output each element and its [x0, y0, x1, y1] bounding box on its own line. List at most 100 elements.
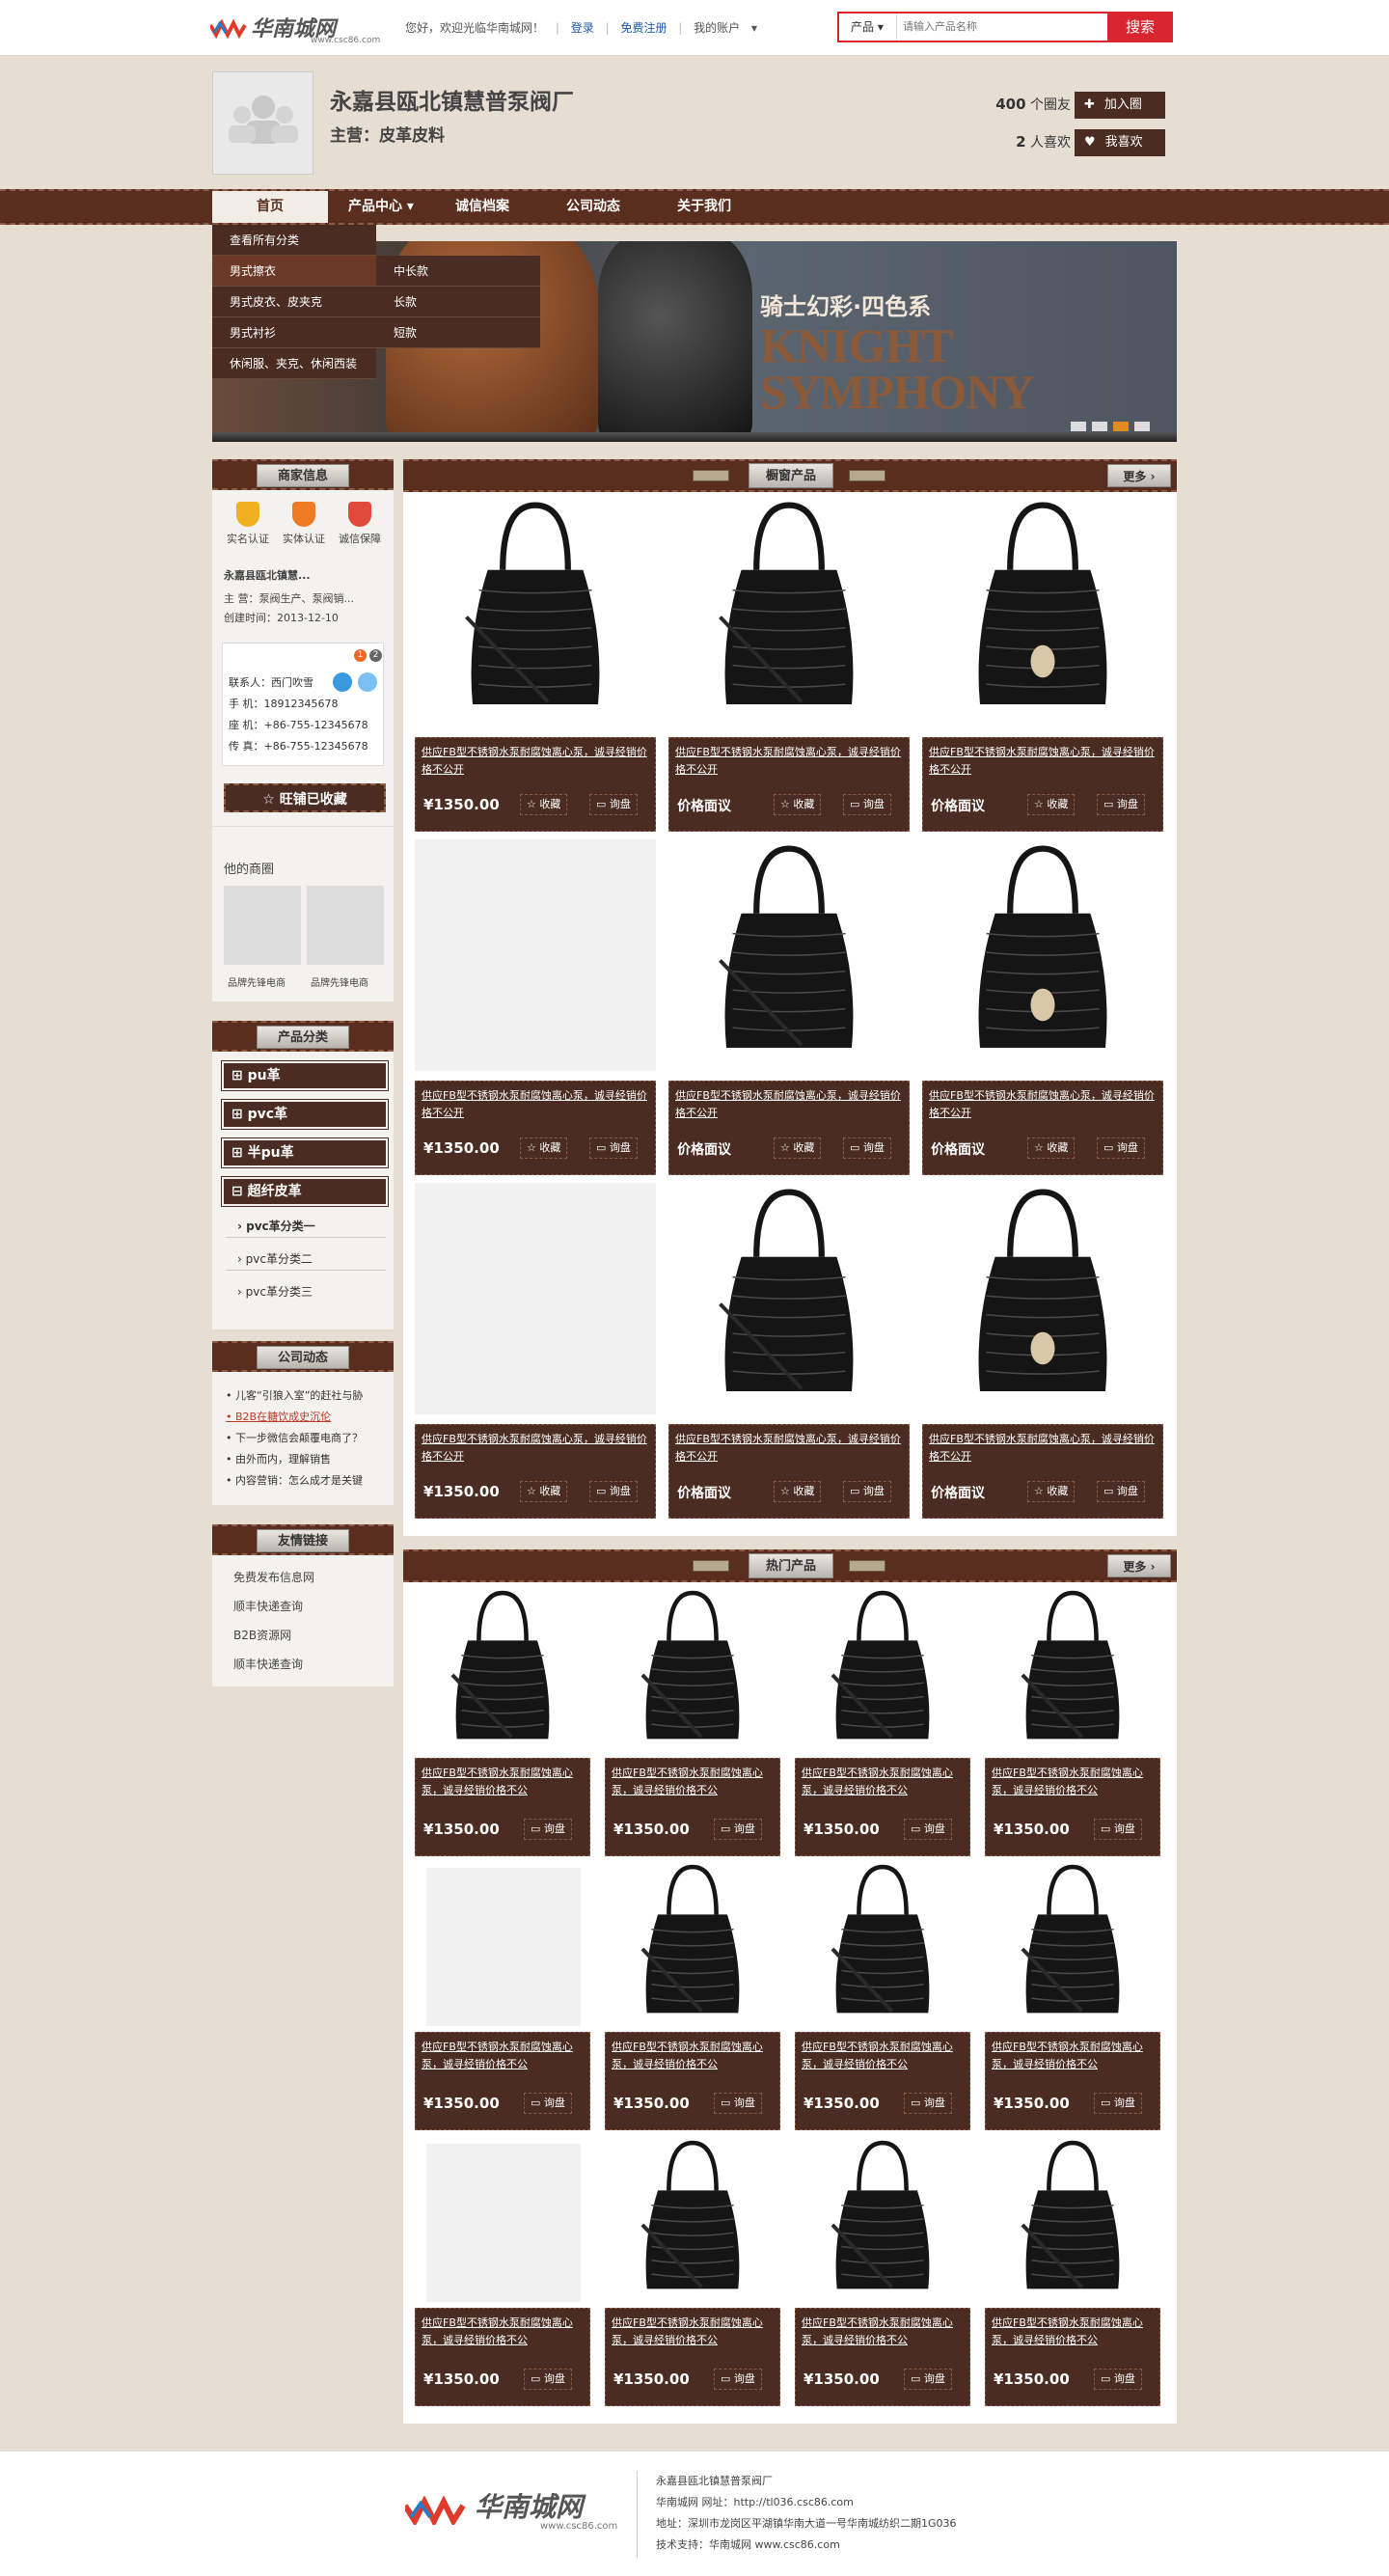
inquiry-button[interactable]: ▭ 询盘: [1097, 1481, 1145, 1502]
banner-dot-active[interactable]: [1113, 422, 1129, 431]
wangwang-icon[interactable]: [358, 672, 377, 692]
product-image[interactable]: [922, 496, 1163, 727]
inquiry-button[interactable]: ▭ 询盘: [714, 2369, 762, 2390]
product-image[interactable]: [922, 839, 1163, 1071]
search-category-select[interactable]: 产品 ▾: [839, 14, 897, 41]
banner-dot[interactable]: [1092, 422, 1107, 431]
product-image[interactable]: [985, 2136, 1160, 2306]
search-input[interactable]: [903, 14, 1096, 41]
dropdown-item[interactable]: 男式衬衫: [212, 317, 376, 348]
favorite-button[interactable]: ☆ 收藏: [520, 794, 568, 815]
product-image-placeholder[interactable]: [415, 839, 656, 1071]
favorite-button[interactable]: ☆ 收藏: [520, 1481, 568, 1502]
inquiry-button[interactable]: ▭ 询盘: [843, 1137, 891, 1159]
favorite-button[interactable]: ☆ 收藏: [520, 1137, 568, 1159]
dropdown-item[interactable]: 男式皮衣、皮夹克: [212, 287, 376, 317]
notice-badge[interactable]: 2: [369, 649, 382, 662]
product-title[interactable]: 供应FB型不锈钢水泵耐腐蚀离心泵，诚寻经销价格不公: [992, 1765, 1154, 1799]
category-item[interactable]: ⊞ 半pu革: [221, 1137, 389, 1168]
hot-product-card[interactable]: 供应FB型不锈钢水泵耐腐蚀离心泵，诚寻经销价格不公 ¥1350.00 ▭ 询盘: [795, 2136, 970, 2410]
product-image[interactable]: [985, 1586, 1160, 1756]
product-image[interactable]: [795, 2136, 970, 2306]
showcase-product-card[interactable]: 供应FB型不锈钢水泵耐腐蚀离心泵，诚寻经销价格不公开 价格面议 ☆ 收藏 ▭ 询盘: [668, 1183, 910, 1522]
subdropdown-item[interactable]: 长款: [376, 287, 540, 317]
subdropdown-item[interactable]: 中长款: [376, 256, 540, 287]
product-title[interactable]: 供应FB型不锈钢水泵耐腐蚀离心泵，诚寻经销价格不公开: [675, 1431, 903, 1466]
category-item[interactable]: ⊞ pu革: [221, 1060, 389, 1091]
product-image[interactable]: [668, 1183, 910, 1414]
subcategory-item[interactable]: › pvc革分类三: [237, 1283, 313, 1300]
inquiry-button[interactable]: ▭ 询盘: [1094, 2093, 1142, 2114]
subcategory-item[interactable]: › pvc革分类一: [237, 1218, 315, 1234]
showcase-product-card[interactable]: 供应FB型不锈钢水泵耐腐蚀离心泵，诚寻经销价格不公开 ¥1350.00 ☆ 收藏 ▭ …: [415, 1183, 656, 1522]
hot-product-card[interactable]: 供应FB型不锈钢水泵耐腐蚀离心泵，诚寻经销价格不公 ¥1350.00 ▭ 询盘: [985, 1586, 1160, 1860]
subcategory-item[interactable]: › pvc革分类二: [237, 1250, 313, 1267]
favorite-button[interactable]: ☆ 收藏: [774, 1137, 822, 1159]
product-image[interactable]: [985, 1860, 1160, 2030]
dropdown-item[interactable]: 查看所有分类: [212, 225, 376, 256]
product-image[interactable]: [605, 1860, 780, 2030]
hot-product-card[interactable]: 供应FB型不锈钢水泵耐腐蚀离心泵，诚寻经销价格不公 ¥1350.00 ▭ 询盘: [795, 1586, 970, 1860]
product-title[interactable]: 供应FB型不锈钢水泵耐腐蚀离心泵，诚寻经销价格不公开: [422, 1431, 649, 1466]
inquiry-button[interactable]: ▭ 询盘: [904, 2369, 952, 2390]
inquiry-button[interactable]: ▭ 询盘: [524, 1819, 572, 1840]
inquiry-button[interactable]: ▭ 询盘: [1094, 1819, 1142, 1840]
product-title[interactable]: 供应FB型不锈钢水泵耐腐蚀离心泵，诚寻经销价格不公开: [675, 744, 903, 779]
banner-dot[interactable]: [1071, 422, 1086, 431]
product-title[interactable]: 供应FB型不锈钢水泵耐腐蚀离心泵，诚寻经销价格不公开: [422, 744, 649, 779]
inquiry-button[interactable]: ▭ 询盘: [843, 794, 891, 815]
login-link[interactable]: 登录: [571, 21, 594, 35]
showcase-product-card[interactable]: 供应FB型不锈钢水泵耐腐蚀离心泵，诚寻经销价格不公开 ¥1350.00 ☆ 收藏 ▭ …: [415, 496, 656, 836]
nav-about[interactable]: 关于我们: [656, 191, 752, 223]
product-title[interactable]: 供应FB型不锈钢水泵耐腐蚀离心泵，诚寻经销价格不公: [422, 1765, 584, 1799]
dropdown-item[interactable]: 休闲服、夹克、休闲西装: [212, 348, 376, 379]
join-circle-button[interactable]: ✚ 加入圈: [1075, 92, 1165, 119]
news-item[interactable]: • 由外而内，理解销售: [226, 1451, 331, 1466]
hot-more-button[interactable]: 更多 ›: [1107, 1554, 1171, 1577]
favorite-button[interactable]: ☆ 收藏: [1027, 794, 1076, 815]
product-image-placeholder[interactable]: [415, 1183, 656, 1414]
inquiry-button[interactable]: ▭ 询盘: [843, 1481, 891, 1502]
site-logo[interactable]: 华南城网 www.csc86.com: [210, 12, 384, 46]
hot-product-card[interactable]: 供应FB型不锈钢水泵耐腐蚀离心泵，诚寻经销价格不公 ¥1350.00 ▭ 询盘: [605, 1860, 780, 2134]
banner-dot[interactable]: [1134, 422, 1150, 431]
product-title[interactable]: 供应FB型不锈钢水泵耐腐蚀离心泵，诚寻经销价格不公开: [929, 744, 1157, 779]
product-title[interactable]: 供应FB型不锈钢水泵耐腐蚀离心泵，诚寻经销价格不公开: [422, 1087, 649, 1122]
showcase-more-button[interactable]: 更多 ›: [1107, 464, 1171, 487]
showcase-product-card[interactable]: 供应FB型不锈钢水泵耐腐蚀离心泵，诚寻经销价格不公开 价格面议 ☆ 收藏 ▭ 询盘: [668, 496, 910, 836]
product-title[interactable]: 供应FB型不锈钢水泵耐腐蚀离心泵，诚寻经销价格不公: [422, 2039, 584, 2073]
inquiry-button[interactable]: ▭ 询盘: [524, 2093, 572, 2114]
friend-link[interactable]: 免费发布信息网: [233, 1569, 314, 1585]
inquiry-button[interactable]: ▭ 询盘: [714, 2093, 762, 2114]
news-item[interactable]: • 下一步微信会颠覆电商了？: [226, 1430, 363, 1445]
news-item[interactable]: • B2B在糖饮成史沉伦: [226, 1409, 331, 1424]
product-image-placeholder[interactable]: [426, 2144, 581, 2302]
friend-link[interactable]: 顺丰快递查询: [233, 1598, 303, 1614]
hot-product-card[interactable]: 供应FB型不锈钢水泵耐腐蚀离心泵，诚寻经销价格不公 ¥1350.00 ▭ 询盘: [415, 1586, 590, 1860]
news-item[interactable]: • 儿客“引狼入室”的赶社与胁: [226, 1387, 363, 1403]
hot-product-card[interactable]: 供应FB型不锈钢水泵耐腐蚀离心泵，诚寻经销价格不公 ¥1350.00 ▭ 询盘: [795, 1860, 970, 2134]
inquiry-button[interactable]: ▭ 询盘: [589, 1137, 638, 1159]
product-image[interactable]: [605, 2136, 780, 2306]
inquiry-button[interactable]: ▭ 询盘: [1094, 2369, 1142, 2390]
category-item[interactable]: ⊟ 超纤皮革: [221, 1176, 389, 1207]
shop-thumb-label[interactable]: 品牌先锋电商: [228, 974, 286, 989]
nav-home[interactable]: 首页: [212, 191, 328, 223]
inquiry-button[interactable]: ▭ 询盘: [589, 794, 638, 815]
product-title[interactable]: 供应FB型不锈钢水泵耐腐蚀离心泵，诚寻经销价格不公开: [929, 1087, 1157, 1122]
shop-thumb-label[interactable]: 品牌先锋电商: [311, 974, 368, 989]
hot-product-card[interactable]: 供应FB型不锈钢水泵耐腐蚀离心泵，诚寻经销价格不公 ¥1350.00 ▭ 询盘: [415, 1860, 590, 2134]
product-image[interactable]: [795, 1586, 970, 1756]
dropdown-item[interactable]: 男式擦衣: [212, 256, 376, 287]
favorite-button[interactable]: ☆ 收藏: [1027, 1481, 1076, 1502]
register-link[interactable]: 免费注册: [620, 21, 667, 35]
product-title[interactable]: 供应FB型不锈钢水泵耐腐蚀离心泵，诚寻经销价格不公开: [675, 1087, 903, 1122]
product-title[interactable]: 供应FB型不锈钢水泵耐腐蚀离心泵，诚寻经销价格不公: [422, 2315, 584, 2349]
product-title[interactable]: 供应FB型不锈钢水泵耐腐蚀离心泵，诚寻经销价格不公: [612, 2315, 774, 2349]
inquiry-button[interactable]: ▭ 询盘: [904, 2093, 952, 2114]
friend-link[interactable]: B2B资源网: [233, 1627, 291, 1643]
showcase-product-card[interactable]: 供应FB型不锈钢水泵耐腐蚀离心泵，诚寻经销价格不公开 价格面议 ☆ 收藏 ▭ 询盘: [922, 1183, 1163, 1522]
shop-thumbnail[interactable]: [307, 886, 384, 965]
news-item[interactable]: • 内容营销：怎么成才是关键: [226, 1472, 363, 1488]
showcase-product-card[interactable]: 供应FB型不锈钢水泵耐腐蚀离心泵，诚寻经销价格不公开 价格面议 ☆ 收藏 ▭ 询盘: [922, 839, 1163, 1179]
